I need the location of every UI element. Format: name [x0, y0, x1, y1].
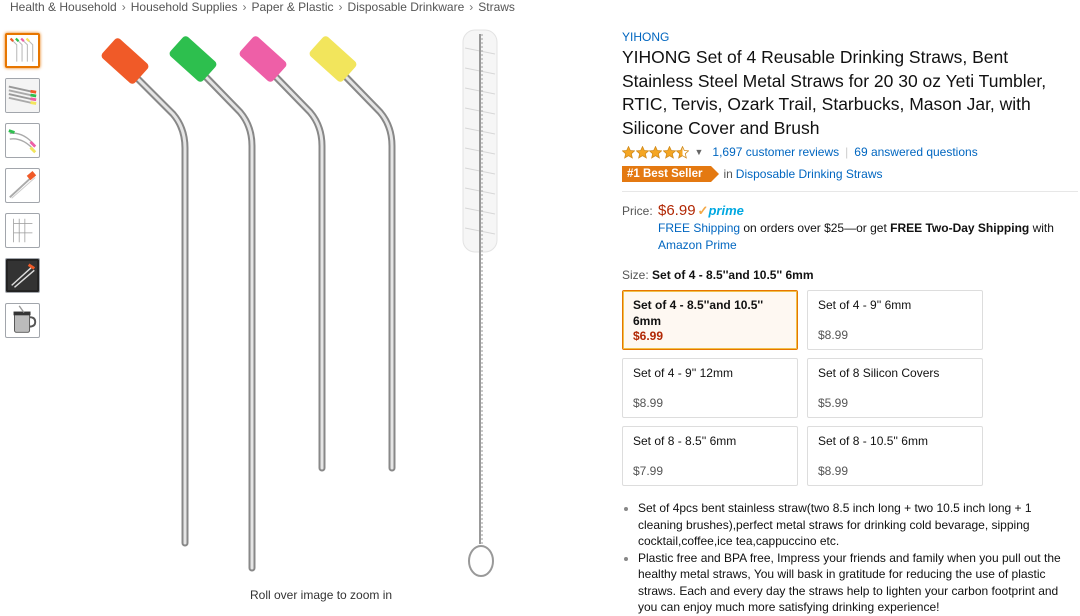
star-icon	[649, 145, 662, 159]
best-seller-badge[interactable]: #1 Best Seller	[622, 166, 720, 182]
check-icon: ✓	[697, 203, 709, 218]
amazon-prime-link[interactable]: Amazon Prime	[658, 238, 737, 252]
free-shipping-link[interactable]: FREE Shipping	[658, 221, 740, 235]
star-icon	[635, 145, 649, 159]
straw-orange	[101, 38, 189, 547]
size-option-0[interactable]: Set of 4 - 8.5''and 10.5'' 6mm $6.99	[622, 290, 798, 350]
shipping-info: FREE Shipping on orders over $25—or get …	[658, 221, 1054, 252]
size-options: Set of 4 - 8.5''and 10.5'' 6mm $6.99 Set …	[622, 290, 1078, 486]
breadcrumb-separator: ›	[242, 0, 247, 14]
thumbnail-strip	[5, 33, 43, 348]
best-seller-in: in	[723, 167, 733, 181]
size-option-2[interactable]: Set of 4 - 9'' 12mm $8.99	[622, 358, 798, 418]
thumbnail-1[interactable]	[5, 33, 40, 68]
thumbnail-6[interactable]	[5, 258, 40, 293]
product-title: YIHONG Set of 4 Reusable Drinking Straws…	[622, 47, 1047, 138]
selected-size: Set of 4 - 8.5''and 10.5'' 6mm	[652, 268, 814, 282]
size-option-4[interactable]: Set of 8 - 8.5'' 6mm $7.99	[622, 426, 798, 486]
breadcrumb-paper-plastic[interactable]: Paper & Plastic	[251, 0, 333, 14]
answered-questions-link[interactable]: 69 answered questions	[854, 145, 977, 159]
star-icon	[662, 145, 676, 159]
star-rating[interactable]	[622, 145, 690, 159]
rating-row: ▼ 1,697 customer reviews | 69 answered q…	[622, 143, 1078, 161]
size-selection-label: Size: Set of 4 - 8.5''and 10.5'' 6mm	[622, 268, 814, 282]
size-option-5[interactable]: Set of 8 - 10.5'' 6mm $8.99	[807, 426, 983, 486]
breadcrumb-straws[interactable]: Straws	[478, 0, 515, 14]
best-seller-category-link[interactable]: Disposable Drinking Straws	[736, 167, 883, 181]
breadcrumb-household-supplies[interactable]: Household Supplies	[131, 0, 238, 14]
thumbnail-4[interactable]	[5, 168, 40, 203]
size-option-3[interactable]: Set of 8 Silicon Covers $5.99	[807, 358, 983, 418]
breadcrumb-separator: ›	[469, 0, 474, 14]
chevron-down-icon[interactable]: ▼	[695, 147, 704, 157]
star-icon	[676, 145, 689, 159]
price-block: Price: $6.99 ✓prime FREE Shipping on ord…	[622, 202, 1078, 254]
breadcrumb-health-household[interactable]: Health & Household	[10, 0, 117, 14]
customer-reviews-link[interactable]: 1,697 customer reviews	[712, 145, 839, 159]
divider: |	[845, 145, 849, 159]
straw-green	[169, 36, 256, 572]
star-icon	[622, 145, 635, 159]
feature-bullet: Plastic free and BPA free, Impress your …	[638, 550, 1078, 616]
product-main-image[interactable]	[85, 28, 525, 583]
feature-bullet: Set of 4pcs bent stainless straw(two 8.5…	[638, 500, 1078, 550]
thumbnail-3[interactable]	[5, 123, 40, 158]
breadcrumb-separator: ›	[338, 0, 343, 14]
prime-badge[interactable]: ✓prime	[698, 203, 744, 219]
thumbnail-5[interactable]	[5, 213, 40, 248]
breadcrumb-separator: ›	[121, 0, 126, 14]
thumbnail-2[interactable]	[5, 78, 40, 113]
divider-line	[622, 191, 1078, 192]
size-option-1[interactable]: Set of 4 - 9'' 6mm $8.99	[807, 290, 983, 350]
price-label: Price:	[622, 204, 653, 218]
feature-bullets: Set of 4pcs bent stainless straw(two 8.5…	[622, 500, 1078, 616]
thumbnail-7[interactable]	[5, 303, 40, 338]
cleaning-brush	[462, 29, 498, 577]
two-day-shipping: FREE Two-Day Shipping	[890, 221, 1030, 235]
price-value: $6.99	[658, 202, 696, 219]
product-details: YIHONG YIHONG Set of 4 Reusable Drinking…	[622, 30, 1078, 616]
breadcrumb-disposable-drinkware[interactable]: Disposable Drinkware	[348, 0, 465, 14]
zoom-hint: Roll over image to zoom in	[250, 588, 393, 602]
best-seller-row: #1 Best Seller in Disposable Drinking St…	[622, 165, 1078, 183]
brand-link[interactable]: YIHONG	[622, 30, 1078, 44]
breadcrumb: Health & Household › Household Supplies › Pa…	[10, 0, 515, 14]
